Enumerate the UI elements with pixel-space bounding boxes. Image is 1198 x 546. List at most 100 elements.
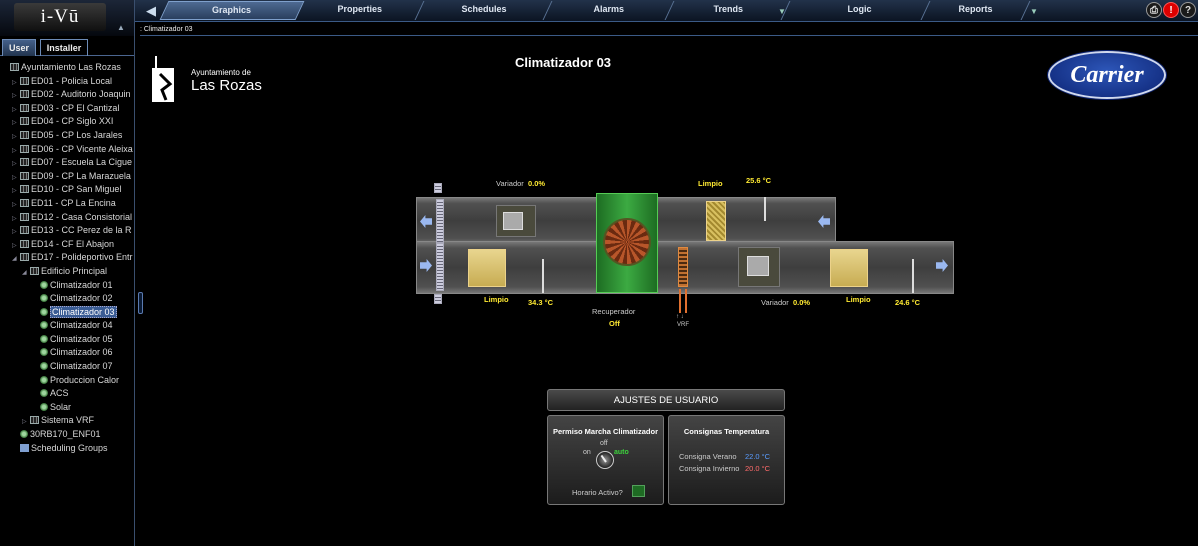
run-mode-knob[interactable] — [596, 451, 614, 469]
tree-item[interactable]: Climatizador 07 — [0, 360, 134, 374]
recuperador-value: Off — [609, 319, 620, 328]
tab-trends[interactable]: Trends — [665, 1, 791, 20]
ivu-logo: i-Vū — [14, 3, 106, 31]
collapse-arrow-icon[interactable]: ▲ — [117, 23, 125, 32]
consigna-invierno-label: Consigna Invierno — [679, 464, 740, 473]
tree-item[interactable]: Climatizador 02 — [0, 292, 134, 306]
supply-fan — [738, 247, 780, 287]
consigna-verano-label: Consigna Verano — [679, 452, 737, 461]
outdoor-temp-sensor — [542, 259, 544, 293]
toolbar-icons: ⎙!? — [1145, 2, 1196, 18]
alarm-icon[interactable]: ! — [1163, 2, 1179, 18]
tree-item[interactable]: ▷ ED03 - CP El Cantizal — [0, 102, 134, 116]
tree-item-label: Climatizador 04 — [50, 320, 113, 331]
tree-item[interactable]: ▷ ED02 - Auditorio Joaquin — [0, 88, 134, 102]
org-name: Las Rozas — [191, 77, 262, 94]
tree-item[interactable]: ▷ ED07 - Escuela La Cigue — [0, 156, 134, 170]
help-icon[interactable]: ? — [1180, 2, 1196, 18]
tree-item-label: ED04 - CP Siglo XXI — [31, 116, 114, 127]
tab-schedules[interactable]: Schedules — [415, 1, 553, 20]
print-icon[interactable]: ⎙ — [1146, 2, 1162, 18]
consigna-invierno-value[interactable]: 20.0 °C — [745, 464, 770, 473]
variador-bottom-value: 0.0% — [793, 298, 811, 307]
building-icon — [20, 212, 29, 221]
tab-installer[interactable]: Installer — [40, 39, 88, 56]
tree-item-label: Climatizador 01 — [50, 279, 113, 290]
switch-on-label: on — [583, 449, 591, 456]
building-icon — [20, 171, 29, 180]
tree-item[interactable]: ▷ ED10 - CP San Miguel — [0, 183, 134, 197]
tree-item-label: ED02 - Auditorio Joaquin — [31, 89, 131, 100]
tree-item-label: Climatizador 05 — [50, 333, 113, 344]
tree-item-label: ED17 - Polideportivo Entr — [31, 252, 133, 263]
tree-item[interactable]: ACS — [0, 387, 134, 401]
tab-graphics[interactable]: Graphics — [159, 1, 305, 20]
building-icon — [20, 226, 29, 235]
tab-reports[interactable]: Reports — [921, 1, 1031, 20]
return-temp-sensor — [764, 197, 766, 221]
variador-top-label: Variador — [496, 179, 524, 188]
heat-recovery-wheel — [596, 193, 658, 293]
vrf-flow-arrows: ↑ ↓ — [676, 314, 684, 320]
supply-temp-value: 24.6 °C — [895, 298, 921, 307]
tree-item[interactable]: ▷ ED04 - CP Siglo XXI — [0, 115, 134, 129]
tab-logic[interactable]: Logic — [787, 1, 931, 20]
horario-activo-label: Horario Activo? — [572, 488, 623, 497]
tab-alarms[interactable]: Alarms — [543, 1, 675, 20]
tree-item-label: ED11 - CP La Encina — [31, 197, 116, 208]
consigna-verano-value[interactable]: 22.0 °C — [745, 452, 770, 461]
tree-item[interactable]: ▷ ED06 - CP Vicente Aleixa — [0, 143, 134, 157]
tree-item[interactable]: ▷ ED05 - CP Los Jarales — [0, 129, 134, 143]
recuperador-label: Recuperador — [592, 307, 636, 316]
tree-item[interactable]: 30RB170_ENF01 — [0, 428, 134, 442]
return-filter-status: Limpio — [698, 179, 723, 188]
tree-item[interactable]: ◢ ED17 - Polideportivo Entr — [0, 251, 134, 265]
back-arrow-icon[interactable]: ◀ — [140, 1, 162, 20]
tree-item[interactable]: ▷ ED14 - CF El Abajon — [0, 238, 134, 252]
equipment-icon — [40, 334, 48, 343]
exhaust-damper — [436, 199, 444, 243]
supply-filter-status: Limpio — [846, 295, 871, 304]
consignas-title: Consignas Temperatura — [683, 427, 770, 436]
tree-item-label: Edificio Principal — [41, 265, 108, 276]
consignas-box: Consignas Temperatura Consigna Verano 22… — [668, 415, 785, 505]
tree-item-label: ED05 - CP Los Jarales — [31, 129, 123, 140]
tree-item[interactable]: Climatizador 03 — [0, 305, 134, 320]
top-damper-icon — [434, 183, 442, 193]
tab-properties[interactable]: Properties — [295, 1, 425, 20]
tree-item[interactable]: ▷ ED13 - CC Perez de la R — [0, 224, 134, 238]
org-name-small: Ayuntamiento de — [191, 68, 251, 77]
tree-item[interactable]: Climatizador 04 — [0, 319, 134, 333]
tree-item[interactable]: Solar — [0, 401, 134, 415]
top-nav-bar: ◀ Graphics Properties Schedules Alarms T… — [0, 0, 1198, 22]
las-rozas-logo — [152, 56, 174, 102]
building-icon — [30, 416, 39, 425]
tree-item[interactable]: ▷ ED01 - Policia Local — [0, 75, 134, 89]
tree-item-label: ED10 - CP San Miguel — [31, 184, 122, 195]
tree-item[interactable]: Climatizador 06 — [0, 346, 134, 360]
tree-item-label: Produccion Calor — [50, 374, 120, 385]
building-icon — [20, 185, 29, 194]
tree-item[interactable]: Climatizador 01 — [0, 279, 134, 293]
trends-dropdown-icon[interactable]: ▼ — [778, 7, 786, 16]
supply-filter — [830, 249, 868, 287]
equipment-icon — [40, 294, 48, 303]
tree-item[interactable]: ▷ Sistema VRF — [0, 414, 134, 428]
tree-item[interactable]: ▷ ED11 - CP La Encina — [0, 197, 134, 211]
building-icon — [20, 90, 29, 99]
building-icon — [20, 253, 29, 262]
tree-item[interactable]: ▷ ED09 - CP La Marazuela — [0, 170, 134, 184]
tree-item[interactable]: Ayuntamiento Las Rozas — [0, 61, 134, 75]
tree-item[interactable]: Scheduling Groups — [0, 442, 134, 456]
building-icon — [20, 130, 29, 139]
tree-item[interactable]: Climatizador 05 — [0, 333, 134, 347]
return-temp-value: 25.6 °C — [746, 176, 772, 185]
tree-item[interactable]: Produccion Calor — [0, 374, 134, 388]
tree-item[interactable]: ◢ Edificio Principal — [0, 265, 134, 279]
tree-item[interactable]: ▷ ED12 - Casa Consistorial — [0, 211, 134, 225]
tree-item-label: Ayuntamiento Las Rozas — [21, 62, 121, 72]
return-fan — [496, 205, 536, 237]
tree-item-label: ED12 - Casa Consistorial — [31, 211, 133, 222]
tab-user[interactable]: User — [2, 39, 36, 56]
reports-dropdown-icon[interactable]: ▼ — [1030, 7, 1038, 16]
